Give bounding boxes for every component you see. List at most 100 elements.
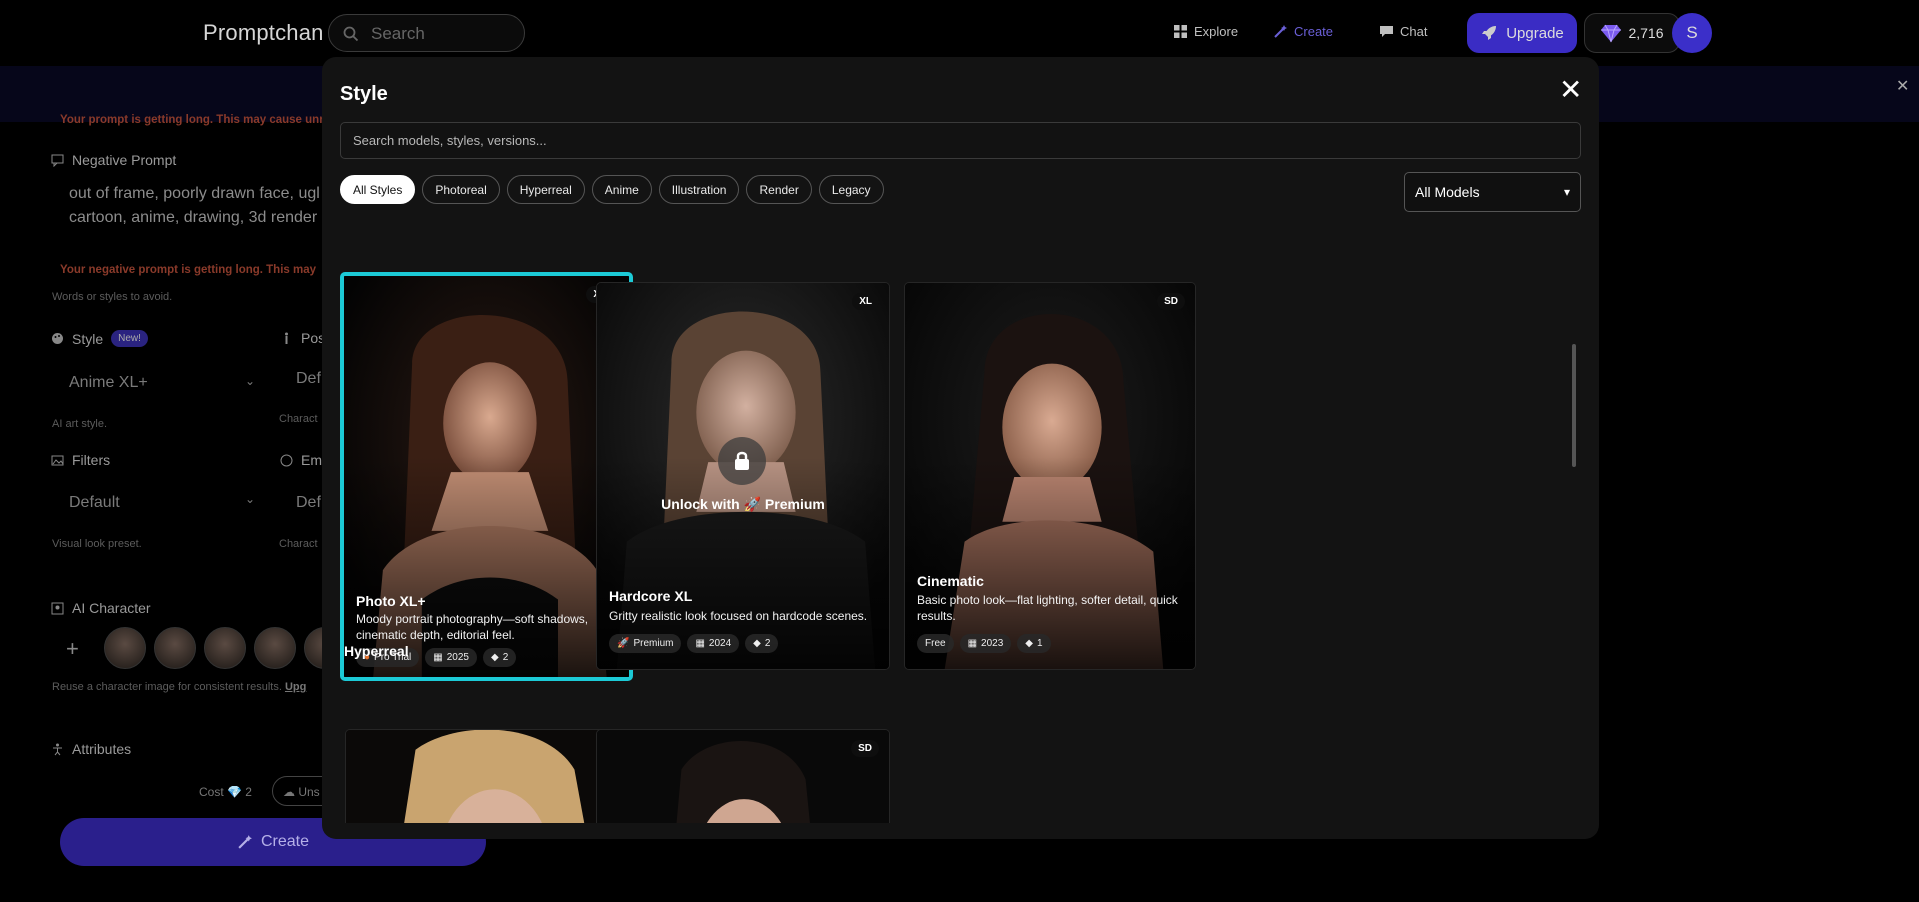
calendar-icon: ▦ — [695, 638, 705, 649]
character-hint-text: Reuse a character image for consistent r… — [52, 681, 282, 693]
style-grid: XL+ Photo XL+ Moody portrait photography… — [340, 227, 1580, 823]
section-hyperreal-title: Hyperreal — [344, 643, 409, 659]
card-description: Moody portrait photography—soft shadows,… — [356, 612, 589, 642]
filters-label: Filters — [51, 452, 110, 468]
unsafe-label: Uns — [298, 785, 320, 799]
background-close-icon[interactable]: ✕ — [1896, 76, 1909, 96]
chevron-down-icon: ▾ — [1563, 185, 1570, 199]
gem-icon — [1601, 24, 1622, 43]
padlock-icon — [735, 451, 749, 470]
character-avatar[interactable] — [254, 627, 296, 669]
nav-explore[interactable]: Explore — [1173, 24, 1238, 39]
card-tags: 🚀 Premium ▦ 2024 ◆ 2 — [609, 634, 779, 653]
gem-icon: ◆ — [1025, 638, 1033, 649]
model-select-value: All Models — [1415, 184, 1480, 200]
nav-create-label: Create — [1294, 24, 1334, 39]
global-search-input[interactable]: Search — [328, 14, 525, 52]
card-title: Photo XL+ — [356, 593, 426, 609]
style-card-hyperreal-sd[interactable]: SD — [596, 729, 890, 823]
style-card-cinematic[interactable]: SD Cinematic Basic photo look—flat light… — [904, 282, 1196, 670]
filters-select[interactable]: Default — [69, 494, 120, 512]
lock-icon — [718, 437, 766, 485]
emotion-label-text: Em — [301, 452, 322, 468]
scrollbar-thumb[interactable] — [1572, 344, 1576, 467]
close-icon[interactable]: ✕ — [1559, 75, 1582, 105]
model-badge: SD — [1157, 293, 1185, 310]
gems-balance[interactable]: 2,716 — [1584, 13, 1680, 53]
character-hint: Reuse a character image for consistent r… — [52, 681, 306, 693]
gem-icon: ◆ — [753, 638, 761, 649]
character-avatar[interactable] — [154, 627, 196, 669]
portrait-image — [346, 730, 637, 823]
logo[interactable]: Promptchan — [203, 20, 324, 46]
model-select[interactable]: All Models ▾ — [1404, 172, 1581, 212]
user-frame-icon — [51, 602, 64, 614]
upgrade-label: Upgrade — [1506, 24, 1564, 42]
tier-tag: Free — [917, 634, 954, 653]
emotion-label: Em — [280, 452, 322, 468]
add-character-button[interactable]: + — [66, 636, 79, 662]
character-hint-link[interactable]: Upg — [285, 681, 306, 693]
rocket-icon: 🚀 — [617, 638, 630, 649]
chip-all-styles[interactable]: All Styles — [340, 175, 416, 204]
style-card-hardcore-xl[interactable]: XL Unlock with 🚀 Premium Hardcore XL Gri… — [596, 282, 890, 670]
unlock-premium-text[interactable]: Unlock with 🚀 Premium — [597, 496, 889, 513]
chip-anime[interactable]: Anime — [591, 175, 652, 204]
card-title: Cinematic — [917, 573, 984, 589]
chip-illustration[interactable]: Illustration — [658, 175, 740, 204]
portrait-image — [597, 730, 889, 823]
cost-tag: ◆ 1 — [1017, 634, 1051, 653]
negative-prompt-textarea[interactable]: out of frame, poorly drawn face, ugl car… — [69, 182, 320, 230]
negative-hint: Words or styles to avoid. — [52, 291, 173, 303]
style-hint: AI art style. — [52, 418, 108, 430]
emotion-hint: Charact — [279, 538, 318, 550]
chip-photoreal[interactable]: Photoreal — [422, 175, 500, 204]
character-avatar[interactable] — [204, 627, 246, 669]
chip-legacy[interactable]: Legacy — [818, 175, 884, 204]
gem-icon: ◆ — [490, 652, 499, 663]
negative-prompt-label-text: Negative Prompt — [72, 152, 177, 168]
pose-select[interactable]: Def — [296, 370, 321, 388]
negative-line-2: cartoon, anime, drawing, 3d render — [69, 209, 318, 226]
modal-scrollbar[interactable] — [1571, 229, 1577, 821]
user-avatar[interactable]: S — [1672, 13, 1712, 53]
style-label: Style New! — [51, 330, 148, 347]
prompt-warning: Your prompt is getting long. This may ca… — [60, 114, 324, 126]
style-card-photo-xl-plus[interactable]: XL+ Photo XL+ Moody portrait photography… — [340, 272, 633, 681]
tier-tag-text: Free — [925, 638, 946, 649]
ai-character-label-text: AI Character — [72, 600, 151, 616]
chat-icon — [1380, 26, 1393, 37]
magic-wand-icon — [238, 835, 252, 849]
search-icon — [343, 26, 359, 42]
pose-hint: Charact — [279, 413, 318, 425]
card-title: Hardcore XL — [609, 588, 693, 604]
year-tag-text: 2024 — [708, 638, 732, 649]
model-badge: XL — [852, 293, 879, 310]
upgrade-button[interactable]: Upgrade — [1467, 13, 1577, 53]
emotion-select[interactable]: Def — [296, 494, 321, 512]
negative-warning: Your negative prompt is getting long. Th… — [60, 264, 317, 276]
style-select[interactable]: Anime XL+ — [69, 374, 148, 392]
filters-hint: Visual look preset. — [52, 538, 142, 550]
nav-chat[interactable]: Chat — [1379, 24, 1427, 39]
style-search-input[interactable] — [341, 123, 1580, 158]
nav-chat-label: Chat — [1400, 24, 1428, 39]
card-description: Gritty realistic look focused on hardcod… — [609, 609, 868, 623]
character-avatar[interactable] — [104, 627, 146, 669]
chip-render[interactable]: Render — [746, 175, 812, 204]
style-label-text: Style — [72, 330, 104, 347]
tier-tag-text: Premium — [633, 638, 674, 649]
attributes-label-text: Attributes — [72, 741, 132, 757]
filters-select-chevron-icon: ⌄ — [245, 492, 256, 506]
nav-create[interactable]: Create — [1273, 24, 1333, 39]
cost-tag: ◆ 2 — [482, 648, 517, 667]
style-card-hyperreal-xl[interactable]: XL — [345, 729, 638, 823]
year-tag-text: 2025 — [446, 652, 469, 663]
cost-tag-text: 2 — [502, 652, 509, 663]
chip-hyperreal[interactable]: Hyperreal — [506, 175, 585, 204]
cost-display: Cost 💎 2 — [199, 785, 252, 799]
cost-tag: ◆ 2 — [745, 634, 779, 653]
new-badge: New! — [111, 330, 148, 347]
tier-tag: 🚀 Premium — [609, 634, 682, 653]
attributes-label: Attributes — [51, 741, 131, 757]
